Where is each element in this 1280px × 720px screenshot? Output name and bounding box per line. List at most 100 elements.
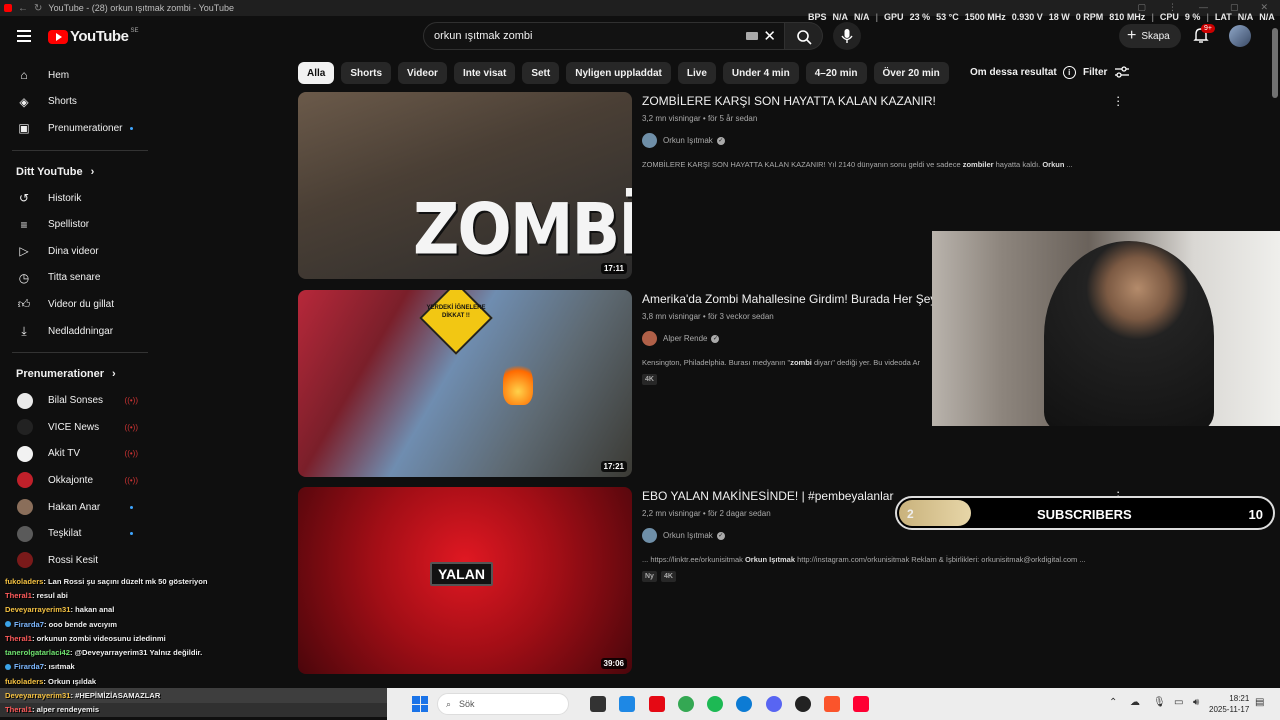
chat-username: fukoladers: [5, 676, 44, 686]
liked-icon: 👍︎: [17, 296, 31, 311]
sidebar-item-history[interactable]: ↺ Historik: [0, 185, 160, 212]
video-thumbnail[interactable]: ZOMBİ VS 17:11: [298, 92, 632, 279]
discord-icon[interactable]: [766, 696, 782, 712]
chat-message: Theral1 : resul abi: [0, 588, 387, 602]
search-input[interactable]: orkun ışıtmak zombi ✕: [423, 22, 785, 50]
search-icon: [797, 30, 812, 45]
channel-avatar[interactable]: [642, 528, 657, 543]
volume-icon[interactable]: 🔊︎: [1193, 697, 1199, 708]
chat-text: : ooo bende avcıyım: [43, 619, 117, 629]
filter-chip[interactable]: Inte visat: [453, 62, 516, 84]
youtube-logo[interactable]: YouTube SE: [48, 28, 138, 45]
sidebar-subscription[interactable]: Bilal Sonses ((•)): [0, 387, 160, 414]
sidebar-subscription[interactable]: Okkajonte ((•)): [0, 467, 160, 494]
channel-avatar: [17, 392, 33, 409]
taskbar-search[interactable]: ⌕ Sök: [437, 693, 569, 715]
sidebar-section-subscriptions[interactable]: Prenumerationer ›: [0, 361, 160, 387]
desc-text: hayatta kaldı.: [993, 160, 1043, 169]
obs-icon[interactable]: [795, 696, 811, 712]
chrome-icon[interactable]: [678, 696, 694, 712]
youtube-play-icon: [48, 29, 68, 44]
sidebar-item-playlists[interactable]: ≡ Spellistor: [0, 211, 160, 238]
tray-expand-icon[interactable]: ⌃: [1109, 697, 1117, 708]
video-title[interactable]: ZOMBİLERE KARŞI SON HAYATTA KALAN KAZANI…: [642, 94, 1122, 108]
chat-username: Deveyarrayerim31: [5, 691, 71, 701]
account-avatar[interactable]: [1229, 25, 1251, 47]
chat-message: fukoladers : Lan Rossi şu saçını düzelt …: [0, 574, 387, 588]
sidebar-divider: [12, 352, 148, 354]
sidebar-subscription[interactable]: VICE News ((•)): [0, 414, 160, 441]
duration-badge: 17:11: [600, 263, 627, 274]
chat-message: Deveyarrayerim31 : #HEPİMİZİASAMAZLAR: [0, 688, 387, 703]
sidebar-item-label: Videor du gillat: [48, 298, 114, 310]
channel-avatar: [17, 419, 33, 436]
filter-chip[interactable]: Live: [677, 62, 716, 84]
netflix-icon[interactable]: [649, 696, 665, 712]
sidebar-item-liked[interactable]: 👍︎ Videor du gillat: [0, 291, 160, 318]
clear-search-icon[interactable]: ✕: [763, 27, 776, 45]
brave-icon[interactable]: [824, 696, 840, 712]
task-view-icon[interactable]: [590, 696, 606, 712]
filter-chip[interactable]: 4–20 min: [805, 62, 867, 84]
notification-count-badge: 9+: [1201, 24, 1215, 33]
filter-chip[interactable]: Under 4 min: [722, 62, 799, 84]
hamburger-menu-icon[interactable]: [17, 30, 31, 42]
sidebar-item-your-videos[interactable]: ▷ Dina videor: [0, 238, 160, 265]
video-description: ... https://linktr.ee/orkunisitmak Orkun…: [642, 555, 1122, 564]
keyboard-icon[interactable]: [746, 32, 758, 40]
filter-button[interactable]: Filter: [1083, 66, 1130, 78]
spotify-icon[interactable]: [707, 696, 723, 712]
windows-start-icon[interactable]: [412, 696, 428, 712]
sidebar-subscription[interactable]: Akit TV ((•)): [0, 441, 160, 468]
notification-center-icon[interactable]: ▤: [1255, 697, 1264, 708]
notifications-button[interactable]: 9+: [1192, 24, 1215, 46]
live-indicator-icon: ((•)): [124, 449, 138, 459]
channel-avatar[interactable]: [642, 133, 657, 148]
filter-chip[interactable]: Videor: [398, 62, 447, 84]
sidebar-item-shorts[interactable]: ◈ Shorts: [0, 89, 160, 116]
filter-chip[interactable]: Sett: [522, 62, 560, 84]
sidebar: ⌂ Hem ◈ Shorts ▣ Prenumerationer Ditt Yo…: [0, 62, 160, 574]
filter-chip[interactable]: Över 20 min: [873, 62, 949, 84]
network-icon[interactable]: ▭: [1174, 697, 1183, 708]
edge-icon[interactable]: [736, 696, 752, 712]
about-results-button[interactable]: Om dessa resultat i: [970, 66, 1076, 79]
youtube-app-icon[interactable]: [853, 696, 869, 712]
filter-chip[interactable]: Shorts: [341, 62, 392, 84]
filter-label: Filter: [1083, 66, 1108, 78]
voice-search-button[interactable]: [833, 22, 861, 50]
video-thumbnail[interactable]: YERDEKİ İĞNELERE DİKKAT !! 17:21: [298, 290, 632, 477]
reload-icon[interactable]: ↻: [34, 3, 42, 14]
desc-text: http://instagram.com/orkunisitmak Reklam…: [795, 555, 1086, 564]
channel-avatar: [17, 445, 33, 462]
channel-avatar: [17, 525, 33, 542]
search-button[interactable]: [785, 22, 823, 50]
mic-tray-icon[interactable]: 🎙︎: [1153, 697, 1166, 708]
sidebar-item-watch-later[interactable]: ◷ Titta senare: [0, 265, 160, 292]
sidebar-item-label: Historik: [48, 192, 82, 204]
cloud-icon[interactable]: ☁: [1130, 697, 1140, 708]
sidebar-subscription[interactable]: Hakan Anar: [0, 494, 160, 521]
page-scrollbar[interactable]: [1272, 28, 1278, 98]
live-indicator-icon: ((•)): [124, 475, 138, 485]
channel-avatar[interactable]: [642, 331, 657, 346]
clock[interactable]: 18:21 2025-11-17: [1209, 693, 1249, 715]
desc-text: ...: [1064, 160, 1073, 169]
channel-link[interactable]: Orkun Işıtmak ✓: [642, 528, 1122, 543]
filter-chip[interactable]: Alla: [298, 62, 335, 84]
filter-chip[interactable]: Nyligen uppladdat: [566, 62, 671, 84]
sidebar-item-downloads[interactable]: ⤓ Nedladdningar: [0, 318, 160, 345]
back-arrow-icon[interactable]: ←: [18, 3, 28, 14]
sidebar-subscription[interactable]: Rossi Kesit: [0, 547, 160, 574]
sidebar-subscription[interactable]: Teşkilat: [0, 520, 160, 547]
channel-link[interactable]: Orkun Işıtmak ✓: [642, 133, 1122, 148]
duration-badge: 17:21: [600, 461, 627, 472]
sidebar-item-home[interactable]: ⌂ Hem: [0, 62, 160, 89]
file-explorer-icon[interactable]: [619, 696, 635, 712]
more-options-icon[interactable]: ···: [1116, 90, 1120, 111]
sidebar-item-subscriptions[interactable]: ▣ Prenumerationer: [0, 115, 160, 142]
search-icon: ⌕: [446, 698, 452, 709]
create-button[interactable]: + Skapa: [1119, 24, 1181, 48]
sidebar-section-you[interactable]: Ditt YouTube ›: [0, 159, 160, 185]
goal-current: 2: [907, 507, 914, 521]
